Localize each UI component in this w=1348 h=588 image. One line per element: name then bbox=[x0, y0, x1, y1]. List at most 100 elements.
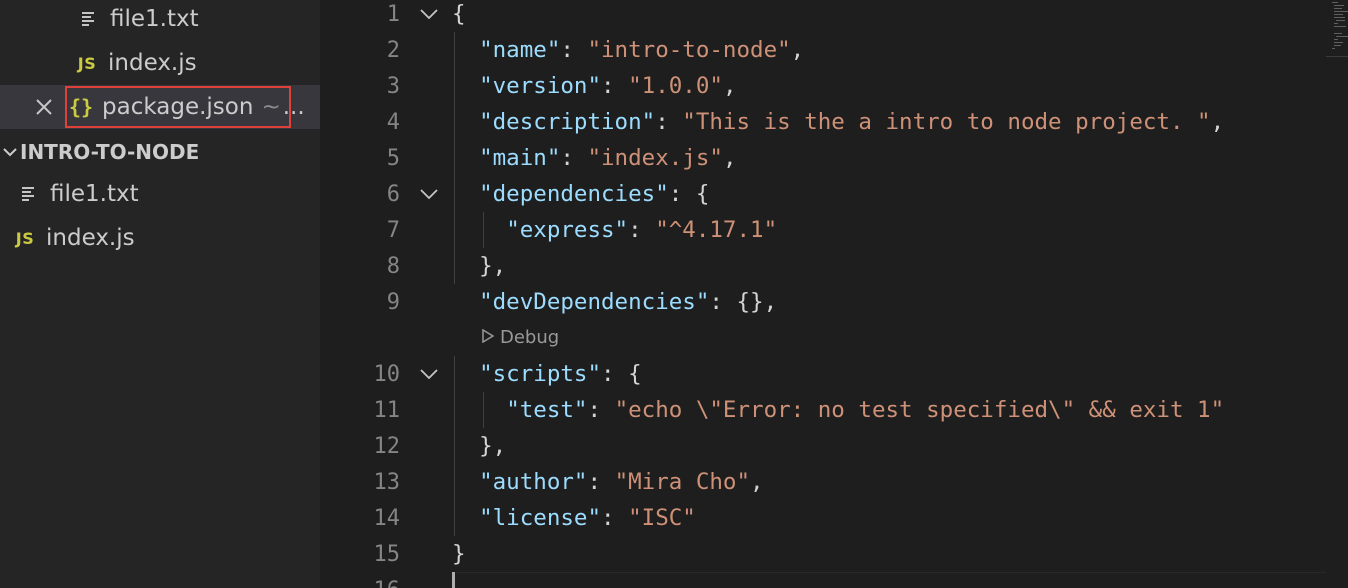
json-key: "license" bbox=[479, 505, 602, 531]
debug-codelens[interactable]: Debug bbox=[482, 322, 559, 352]
punctuation: : bbox=[587, 469, 615, 495]
indent-guide bbox=[454, 356, 455, 536]
punctuation: : bbox=[655, 109, 683, 135]
open-editor-item-file1[interactable]: file1.txt bbox=[0, 0, 320, 41]
minimap[interactable] bbox=[1326, 0, 1348, 60]
tree-item-label: index.js bbox=[46, 225, 135, 251]
project-title: INTRO-TO-NODE bbox=[20, 140, 200, 164]
open-editor-description: ~ bbox=[261, 94, 281, 120]
json-key: "version" bbox=[479, 73, 602, 99]
line-number: 4 bbox=[386, 109, 400, 135]
punctuation: { bbox=[452, 1, 466, 27]
punctuation bbox=[452, 109, 479, 135]
code-line[interactable]: } bbox=[452, 536, 466, 572]
open-editor-item-index[interactable]: JS index.js bbox=[0, 41, 320, 85]
fold-chevron-icon[interactable] bbox=[418, 356, 440, 392]
code-line[interactable]: "author": "Mira Cho", bbox=[452, 464, 763, 500]
punctuation: } bbox=[452, 541, 466, 567]
indent-guide bbox=[454, 32, 455, 284]
punctuation bbox=[452, 397, 506, 423]
project-section-header[interactable]: INTRO-TO-NODE bbox=[0, 132, 320, 172]
fold-chevron-icon[interactable] bbox=[418, 176, 440, 212]
indent-guide bbox=[483, 392, 484, 428]
line-number: 10 bbox=[373, 361, 401, 387]
tree-item-file1[interactable]: file1.txt bbox=[0, 172, 320, 216]
open-editor-label: index.js bbox=[108, 50, 197, 76]
json-key: "devDependencies" bbox=[479, 289, 710, 315]
current-line-highlight bbox=[456, 572, 1326, 588]
code-line[interactable]: "devDependencies": {}, bbox=[452, 284, 777, 320]
punctuation: , bbox=[790, 37, 805, 63]
json-string: "intro-to-node" bbox=[587, 37, 791, 63]
json-key: "description" bbox=[479, 109, 656, 135]
code-editor[interactable]: 12345678910111213141516 { "name": "intro… bbox=[320, 0, 1348, 588]
json-string: "index.js" bbox=[587, 145, 723, 171]
punctuation: }, bbox=[452, 253, 507, 279]
punctuation: }, bbox=[452, 433, 507, 459]
punctuation: : bbox=[560, 145, 588, 171]
indent-guide bbox=[483, 212, 484, 248]
text-file-icon bbox=[76, 6, 102, 32]
tree-item-index[interactable]: JS index.js bbox=[0, 216, 320, 260]
punctuation: : { bbox=[601, 361, 642, 387]
punctuation bbox=[452, 469, 479, 495]
code-line[interactable]: "test": "echo \"Error: no test specified… bbox=[452, 392, 1224, 428]
text-cursor bbox=[452, 572, 455, 588]
code-line[interactable]: "name": "intro-to-node", bbox=[452, 32, 804, 68]
line-number: 14 bbox=[373, 505, 401, 531]
json-string: "echo \"Error: no test specified\" && ex… bbox=[614, 397, 1225, 423]
code-line[interactable]: "scripts": { bbox=[452, 356, 642, 392]
json-key: "author" bbox=[479, 469, 588, 495]
line-number: 16 bbox=[320, 572, 401, 588]
code-line[interactable]: "description": "This is the a intro to n… bbox=[452, 104, 1224, 140]
punctuation: , bbox=[1210, 109, 1225, 135]
js-file-icon: JS bbox=[77, 53, 97, 73]
punctuation: : bbox=[560, 37, 588, 63]
code-line[interactable]: "version": "1.0.0", bbox=[452, 68, 736, 104]
code-line[interactable]: "license": "ISC" bbox=[452, 500, 696, 536]
punctuation bbox=[452, 361, 479, 387]
json-string: "^4.17.1" bbox=[655, 217, 778, 243]
punctuation: , bbox=[722, 145, 737, 171]
open-editor-label: file1.txt bbox=[110, 6, 199, 32]
close-icon[interactable] bbox=[32, 95, 56, 119]
code-line[interactable]: "main": "index.js", bbox=[452, 140, 736, 176]
codelens-label: Debug bbox=[500, 326, 560, 348]
code-line[interactable]: "dependencies": { bbox=[452, 176, 709, 212]
punctuation: : { bbox=[668, 181, 710, 207]
json-key: "test" bbox=[506, 397, 588, 423]
chevron-down-icon bbox=[0, 145, 20, 159]
punctuation: , bbox=[722, 73, 737, 99]
line-number: 12 bbox=[373, 433, 401, 459]
line-number: 5 bbox=[386, 145, 400, 171]
punctuation: : bbox=[587, 397, 615, 423]
json-key: "name" bbox=[479, 37, 561, 63]
line-number: 2 bbox=[386, 37, 400, 63]
open-editor-label: package.json bbox=[102, 94, 254, 120]
line-number: 11 bbox=[373, 397, 401, 423]
json-key: "scripts" bbox=[479, 361, 602, 387]
json-file-icon: {} bbox=[68, 95, 94, 119]
js-file-icon: JS bbox=[15, 228, 35, 248]
code-line[interactable]: "express": "^4.17.1" bbox=[452, 212, 777, 248]
line-number: 15 bbox=[373, 541, 401, 567]
punctuation bbox=[452, 145, 479, 171]
open-editor-item-package-json[interactable]: {} package.json ~ ... bbox=[0, 85, 320, 129]
line-number: 6 bbox=[386, 181, 400, 207]
punctuation bbox=[452, 73, 479, 99]
code-line[interactable]: }, bbox=[452, 428, 506, 464]
punctuation: : bbox=[601, 505, 629, 531]
punctuation bbox=[452, 37, 479, 63]
line-number: 8 bbox=[386, 253, 400, 279]
punctuation: : bbox=[601, 73, 629, 99]
code-line[interactable]: { bbox=[452, 0, 466, 32]
line-number: 9 bbox=[386, 289, 400, 315]
fold-chevron-icon[interactable] bbox=[418, 0, 440, 32]
punctuation bbox=[452, 217, 506, 243]
code-line[interactable]: }, bbox=[452, 248, 506, 284]
punctuation: : bbox=[628, 217, 656, 243]
line-number: 3 bbox=[386, 73, 400, 99]
line-number: 7 bbox=[386, 217, 400, 243]
line-number: 13 bbox=[373, 469, 401, 495]
text-file-icon bbox=[16, 181, 42, 207]
